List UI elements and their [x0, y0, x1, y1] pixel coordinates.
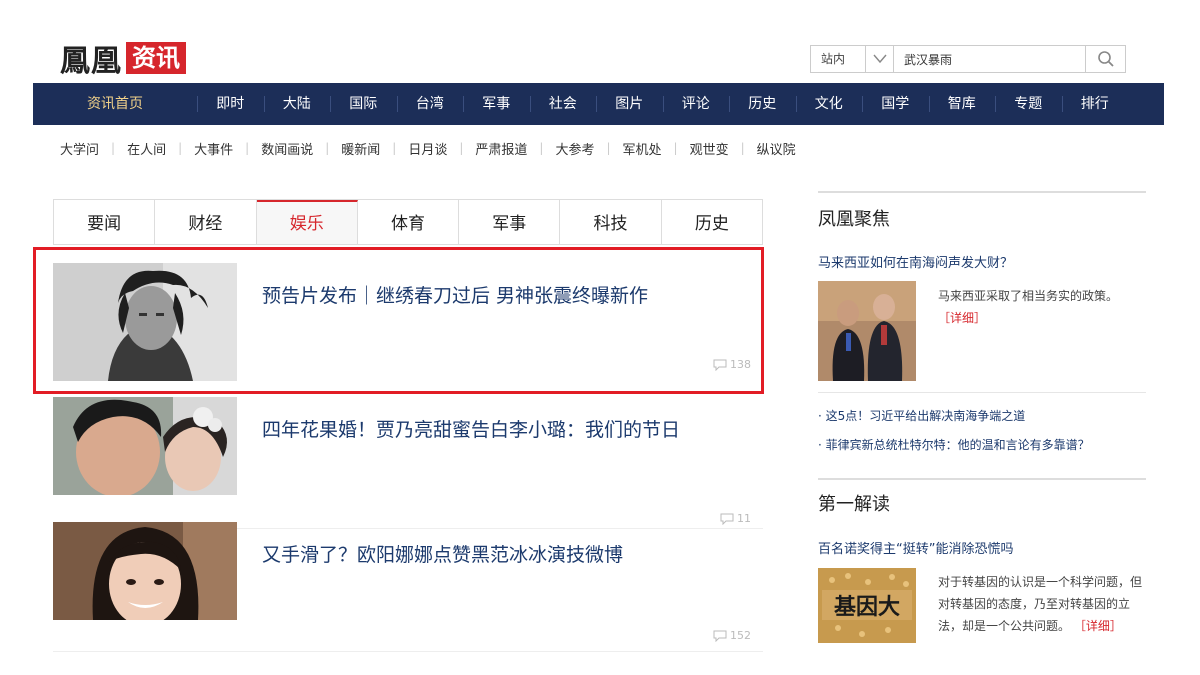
sub-nav-item[interactable]: 大参考 — [555, 139, 594, 158]
logo-sub-text: 资讯 — [126, 42, 186, 74]
sub-nav-separator: | — [539, 141, 544, 155]
section-divider — [818, 392, 1146, 393]
sub-nav-item[interactable]: 大学问 — [60, 139, 99, 158]
sub-nav-item[interactable]: 在人间 — [127, 139, 166, 158]
tab-yule-active[interactable]: 娱乐 — [256, 200, 358, 244]
main-nav-item[interactable]: 国学 — [862, 83, 929, 125]
main-nav-item[interactable]: 台湾 — [396, 83, 464, 125]
news-title[interactable]: 四年花果婚！贾乃亮甜蜜告白李小璐：我们的节日 — [262, 415, 680, 442]
main-nav-item[interactable]: 大陆 — [263, 83, 331, 125]
comment-icon — [713, 630, 727, 642]
first-read-thumbnail[interactable]: 基因大 — [818, 568, 916, 643]
news-item[interactable]: 四年花果婚！贾乃亮甜蜜告白李小璐：我们的节日 11 — [53, 397, 763, 529]
news-thumbnail[interactable] — [53, 522, 237, 620]
main-nav-item[interactable]: 社会 — [529, 83, 597, 125]
comment-count[interactable]: 152 — [713, 629, 751, 642]
sub-nav-item[interactable]: 暖新闻 — [341, 139, 380, 158]
sub-nav-separator: | — [111, 141, 116, 155]
focus-link-text: 菲律宾新总统杜特尔特：他的温和言论有多靠谱？ — [825, 438, 1090, 452]
focus-headline-link[interactable]: 马来西亚如何在南海闷声发大财？ — [818, 252, 1013, 271]
sub-nav-separator: | — [673, 141, 678, 155]
main-nav-item[interactable]: 排行 — [1061, 83, 1129, 125]
first-read-description: 对于转基因的认识是一个科学问题，但对转基因的态度，乃至对转基因的立法，却是一个公… — [938, 571, 1143, 643]
main-nav-item-home[interactable]: 资讯首页 — [33, 83, 197, 125]
sub-nav-item[interactable]: 大事件 — [194, 139, 233, 158]
sub-nav-separator: | — [245, 141, 250, 155]
focus-description: 马来西亚采取了相当务实的政策。 ［详细］ — [938, 285, 1143, 329]
sub-nav-item[interactable]: 军机处 — [623, 139, 662, 158]
sub-nav-item[interactable]: 日月谈 — [408, 139, 447, 158]
search-scope-select[interactable]: 站内 — [810, 45, 866, 73]
main-nav-item[interactable]: 历史 — [729, 83, 796, 125]
sub-nav-separator: | — [392, 141, 397, 155]
tab-junshi[interactable]: 军事 — [459, 200, 561, 244]
main-nav-item[interactable]: 即时 — [197, 83, 264, 125]
focus-description-text: 马来西亚采取了相当务实的政策。 — [938, 289, 1119, 303]
tab-caijing[interactable]: 财经 — [155, 200, 257, 244]
main-nav-item[interactable]: 军事 — [463, 83, 530, 125]
search-button[interactable] — [1086, 45, 1126, 73]
logo-main-text: 鳳凰 — [60, 44, 122, 79]
section-title-focus: 凤凰聚焦 — [818, 209, 890, 230]
focus-more-link[interactable]: ［详细］ — [938, 311, 986, 325]
sub-nav-separator: | — [325, 141, 330, 155]
sub-nav-item[interactable]: 严肃报道 — [475, 139, 527, 158]
focus-link[interactable]: · 菲律宾新总统杜特尔特：他的温和言论有多靠谱？ — [818, 436, 1090, 453]
focus-thumbnail[interactable] — [818, 281, 916, 381]
section-title-first-read: 第一解读 — [818, 494, 890, 515]
first-read-more-link[interactable]: ［详细］ — [1074, 619, 1122, 633]
main-nav-item[interactable]: 文化 — [795, 83, 863, 125]
first-read-thumbnail-text: 基因大 — [834, 595, 900, 620]
highlight-box — [33, 247, 764, 394]
first-read-headline-link[interactable]: 百名诺奖得主“挺转”能消除恐慌吗 — [818, 538, 1013, 557]
news-thumbnail[interactable] — [53, 397, 237, 495]
news-divider — [53, 651, 763, 652]
main-nav-item[interactable]: 专题 — [995, 83, 1062, 125]
news-item[interactable]: 又手滑了？欧阳娜娜点赞黑范冰冰演技微博 152 — [53, 522, 763, 652]
sub-nav-separator: | — [178, 141, 183, 155]
main-nav-item[interactable]: 国际 — [330, 83, 397, 125]
sub-nav-item[interactable]: 纵议院 — [757, 139, 796, 158]
main-nav: 资讯首页 即时 大陆 国际 台湾 军事 社会 图片 评论 历史 文化 国学 智库… — [33, 83, 1164, 125]
focus-link-text: 这5点！习近平给出解决南海争端之道 — [825, 409, 1026, 423]
sub-nav-separator: | — [606, 141, 611, 155]
search-bar: 站内 — [810, 45, 1126, 73]
main-nav-item[interactable]: 智库 — [928, 83, 996, 125]
chevron-down-icon[interactable] — [866, 45, 894, 73]
tab-tiyu[interactable]: 体育 — [358, 200, 460, 244]
main-nav-item[interactable]: 图片 — [596, 83, 663, 125]
main-nav-item[interactable]: 评论 — [662, 83, 730, 125]
sub-nav-separator: | — [459, 141, 464, 155]
sub-nav-item[interactable]: 数闻画说 — [261, 139, 313, 158]
tab-keji[interactable]: 科技 — [560, 200, 662, 244]
news-tabs: 要闻 财经 娱乐 体育 军事 科技 历史 — [53, 199, 763, 245]
section-divider — [818, 191, 1146, 193]
tab-lishi[interactable]: 历史 — [662, 200, 762, 244]
sub-nav-separator: | — [740, 141, 745, 155]
comment-count-value: 152 — [730, 629, 751, 642]
focus-link[interactable]: · 这5点！习近平给出解决南海争端之道 — [818, 407, 1025, 424]
sub-nav: 大学问 | 在人间 | 大事件 | 数闻画说 | 暖新闻 | 日月谈 | 严肃报道 | 大参考… — [60, 138, 796, 158]
search-input[interactable] — [894, 45, 1086, 73]
news-title[interactable]: 又手滑了？欧阳娜娜点赞黑范冰冰演技微博 — [262, 540, 623, 567]
search-icon — [1097, 51, 1114, 67]
sub-nav-item[interactable]: 观世变 — [690, 139, 729, 158]
site-logo[interactable]: 鳳凰 资讯 — [60, 40, 186, 79]
section-divider — [818, 478, 1146, 480]
tab-yaowen[interactable]: 要闻 — [54, 200, 156, 244]
